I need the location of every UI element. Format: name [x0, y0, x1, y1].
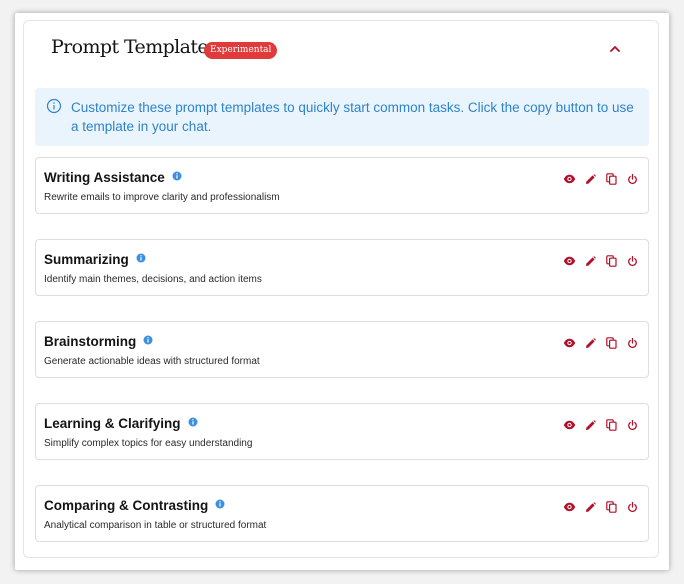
info-circle-icon: [46, 98, 62, 114]
template-card-4: Learning & Clarifying Simplify complex t…: [35, 403, 649, 460]
view-icon[interactable]: [562, 418, 576, 432]
info-tooltip-icon[interactable]: [172, 168, 182, 181]
view-icon[interactable]: [562, 500, 576, 514]
info-tooltip-icon[interactable]: [136, 250, 146, 263]
edit-icon[interactable]: [583, 418, 597, 432]
template-name: Writing Assistance: [44, 170, 165, 185]
template-name: Brainstorming: [44, 334, 137, 349]
info-tooltip-icon[interactable]: [188, 414, 198, 427]
copy-icon[interactable]: [604, 172, 618, 186]
template-name: Learning & Clarifying: [44, 416, 181, 431]
template-actions: [562, 254, 639, 268]
edit-icon[interactable]: [583, 172, 597, 186]
copy-icon[interactable]: [604, 336, 618, 350]
template-actions: [562, 418, 639, 432]
view-icon[interactable]: [562, 172, 576, 186]
view-icon[interactable]: [562, 254, 576, 268]
reset-icon[interactable]: [625, 172, 639, 186]
reset-icon[interactable]: [625, 418, 639, 432]
template-actions: [562, 336, 639, 350]
copy-icon[interactable]: [604, 418, 618, 432]
info-text: Customize these prompt templates to quic…: [71, 100, 634, 134]
template-description: Simplify complex topics for easy underst…: [44, 438, 253, 449]
prompt-templates-panel: Prompt Templates Experimental Customize …: [23, 20, 659, 558]
template-actions: [562, 172, 639, 186]
template-description: Generate actionable ideas with structure…: [44, 356, 260, 367]
edit-icon[interactable]: [583, 254, 597, 268]
reset-icon[interactable]: [625, 254, 639, 268]
template-card-1: Writing Assistance Rewrite emails to imp…: [35, 157, 649, 214]
template-card-3: Brainstorming Generate actionable ideas …: [35, 321, 649, 378]
experimental-badge: Experimental: [204, 42, 278, 59]
template-actions: [562, 500, 639, 514]
template-card-2: Summarizing Identify main themes, decisi…: [35, 239, 649, 296]
info-tooltip-icon[interactable]: [143, 332, 153, 345]
info-tooltip-icon[interactable]: [215, 496, 225, 509]
edit-icon[interactable]: [583, 500, 597, 514]
template-description: Rewrite emails to improve clarity and pr…: [44, 192, 280, 203]
view-icon[interactable]: [562, 336, 576, 350]
template-name: Comparing & Contrasting: [44, 498, 209, 513]
template-description: Analytical comparison in table or struct…: [44, 520, 267, 531]
copy-icon[interactable]: [604, 254, 618, 268]
template-name: Summarizing: [44, 252, 129, 267]
page-title: Prompt Templates: [51, 36, 218, 58]
chevron-up-icon[interactable]: [606, 39, 624, 57]
copy-icon[interactable]: [604, 500, 618, 514]
reset-icon[interactable]: [625, 500, 639, 514]
panel-header[interactable]: Prompt Templates Experimental: [24, 21, 658, 81]
template-description: Identify main themes, decisions, and act…: [44, 274, 262, 285]
edit-icon[interactable]: [583, 336, 597, 350]
reset-icon[interactable]: [625, 336, 639, 350]
template-card-5: Comparing & Contrasting Analytical compa…: [35, 485, 649, 542]
info-banner: Customize these prompt templates to quic…: [35, 88, 649, 146]
